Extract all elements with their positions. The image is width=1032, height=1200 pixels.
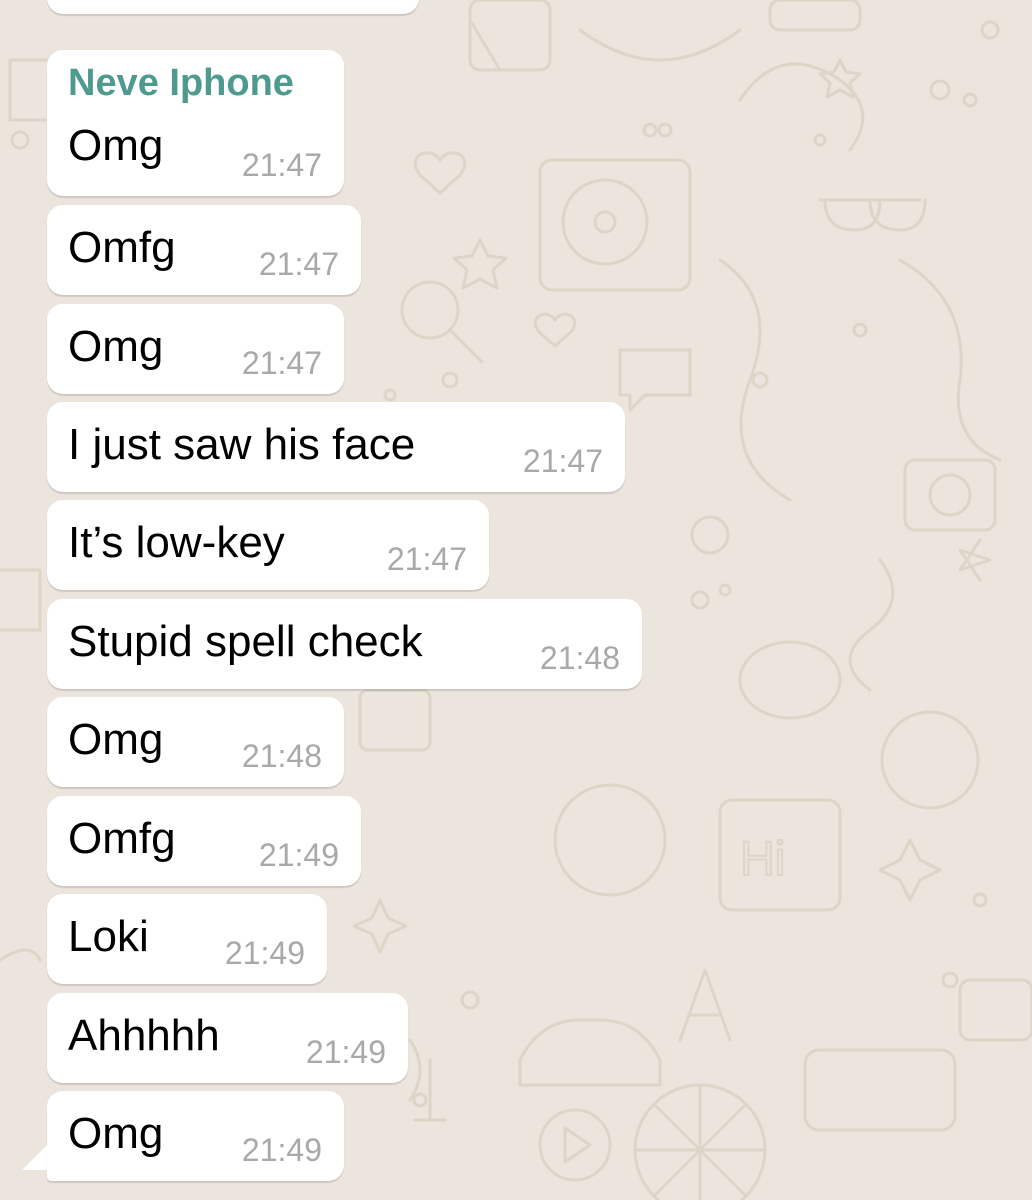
message-time: 21:49: [241, 1132, 322, 1168]
message-bubble[interactable]: Neve Iphone Omg 21:47: [47, 50, 344, 196]
message-text: Loki: [68, 912, 149, 961]
message-bubble[interactable]: Loki 21:49: [47, 894, 327, 984]
message-time: 21:47: [522, 443, 603, 479]
message-text: Omfg: [68, 223, 176, 272]
message-bubble[interactable]: Omg 21:48: [47, 697, 344, 787]
message-bubble[interactable]: Omfg 21:47: [47, 205, 361, 295]
message-bubble[interactable]: Ahhhhh 21:49: [47, 993, 408, 1083]
message-time: 21:47: [386, 541, 467, 577]
message-text: I just saw his face: [68, 420, 416, 469]
message-bubble[interactable]: Stupid spell check 21:48: [47, 599, 642, 689]
message-time: 21:47: [241, 345, 322, 381]
message-time: 21:48: [539, 640, 620, 676]
message-text: Omg: [68, 322, 164, 371]
message-time: 21:49: [305, 1034, 386, 1070]
message-bubble[interactable]: It’s low-key 21:47: [47, 500, 489, 590]
message-text: Stupid spell check: [68, 617, 423, 666]
message-time: 21:48: [241, 738, 322, 774]
message-text: Omg: [68, 715, 164, 764]
message-text: Omfg: [68, 814, 176, 863]
message-time: 21:49: [224, 935, 305, 971]
message-text: It’s low-key: [68, 518, 285, 567]
message-time: 21:49: [258, 837, 339, 873]
chat-thread: Neve Iphone Omg 21:47 Omfg 21:47 Omg 21:…: [0, 0, 1032, 1200]
message-bubble[interactable]: I just saw his face 21:47: [47, 402, 625, 492]
message-time: 21:47: [258, 246, 339, 282]
message-bubble[interactable]: Omg 21:49: [47, 1091, 344, 1181]
message-bubble[interactable]: Omg 21:47: [47, 304, 344, 394]
message-text: Omg: [68, 121, 164, 170]
message-time: 21:47: [241, 147, 322, 183]
message-text: Omg: [68, 1109, 164, 1158]
message-bubble[interactable]: Omfg 21:49: [47, 796, 361, 886]
sender-name[interactable]: Neve Iphone: [68, 62, 294, 105]
previous-message-bubble[interactable]: [47, 0, 419, 14]
message-text: Ahhhhh: [68, 1011, 220, 1060]
